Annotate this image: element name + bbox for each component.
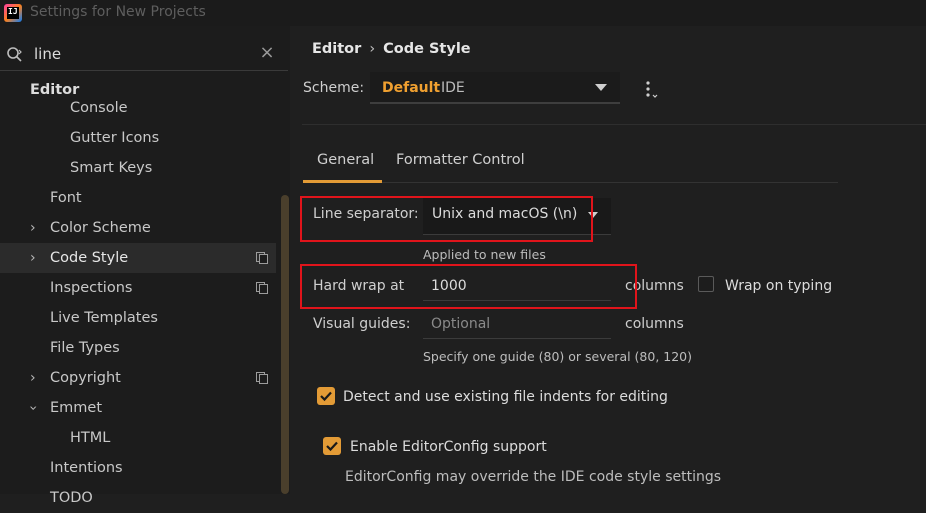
highlight-box [300, 196, 593, 242]
breadcrumb-separator: › [369, 41, 376, 57]
sidebar-item-console[interactable]: Console [0, 93, 276, 123]
active-tab-indicator [303, 180, 382, 183]
editorconfig-checkbox[interactable] [323, 437, 341, 455]
sidebar-item-label: Live Templates [50, 310, 158, 326]
detect-indents-label[interactable]: Detect and use existing file indents for… [343, 389, 668, 405]
sidebar-item-copyright[interactable]: › Copyright [0, 363, 276, 393]
app-logo-icon: IJ [4, 4, 22, 22]
chevron-right-icon[interactable]: › [30, 363, 36, 393]
sidebar-item-inspections[interactable]: Inspections [0, 273, 276, 303]
breadcrumb-current: Code Style [383, 41, 471, 57]
search-input[interactable]: line [34, 45, 61, 63]
sidebar-item-label: File Types [50, 340, 120, 356]
sidebar-item-todo[interactable]: TODO [0, 483, 276, 513]
sidebar-item-color-scheme[interactable]: › Color Scheme [0, 213, 276, 243]
sidebar-item-label: Smart Keys [70, 160, 153, 176]
sidebar-item-label: Console [70, 100, 128, 116]
checkmark-icon [320, 391, 332, 402]
visual-guides-unit: columns [625, 316, 684, 332]
visual-guides-placeholder[interactable]: Optional [431, 316, 490, 332]
wrap-on-typing-checkbox[interactable] [698, 276, 714, 292]
breadcrumb-parent[interactable]: Editor [312, 41, 361, 57]
sidebar-item-label: Intentions [50, 460, 123, 476]
more-options-icon[interactable] [644, 80, 658, 100]
editorconfig-label[interactable]: Enable EditorConfig support [350, 439, 547, 455]
sidebar-item-intentions[interactable]: Intentions [0, 453, 276, 483]
scheme-label: Scheme: [303, 80, 365, 96]
sidebar-item-label: Emmet [50, 400, 103, 416]
sidebar-item-smart-keys[interactable]: Smart Keys [0, 153, 276, 183]
sidebar-item-code-style[interactable]: › Code Style [0, 243, 276, 273]
scheme-kind[interactable]: IDE [441, 80, 465, 96]
clear-search-icon[interactable]: × [258, 44, 276, 62]
sidebar-item-label: Gutter Icons [70, 130, 160, 146]
sidebar-scrollbar-thumb[interactable] [281, 195, 289, 494]
divider [302, 124, 926, 125]
project-settings-icon [256, 252, 268, 264]
visual-guides-label: Visual guides: [313, 316, 411, 332]
breadcrumb: Editor › Code Style [312, 41, 471, 57]
sidebar-item-label: TODO [50, 490, 93, 506]
project-settings-icon [256, 282, 268, 294]
editorconfig-hint: EditorConfig may override the IDE code s… [345, 469, 722, 485]
scheme-name[interactable]: Default [382, 80, 440, 96]
checkmark-icon [326, 441, 338, 452]
window-title: Settings for New Projects [30, 4, 206, 20]
sidebar-item-gutter-icons[interactable]: Gutter Icons [0, 123, 276, 153]
sidebar-item-label: Copyright [50, 370, 121, 386]
tab-formatter-control[interactable]: Formatter Control [396, 152, 525, 168]
search-icon [7, 47, 22, 62]
tabs-divider [382, 182, 838, 183]
sidebar-item-live-templates[interactable]: Live Templates [0, 303, 276, 333]
chevron-right-icon[interactable]: › [30, 243, 36, 273]
tab-general[interactable]: General [317, 152, 374, 168]
visual-guides-hint: Specify one guide (80) or several (80, 1… [423, 349, 693, 364]
chevron-right-icon[interactable]: › [30, 213, 36, 243]
sidebar-item-html[interactable]: HTML [0, 423, 276, 453]
sidebar-item-font[interactable]: Font [0, 183, 276, 213]
project-settings-icon [256, 372, 268, 384]
highlight-box [300, 264, 637, 309]
chevron-down-icon[interactable]: › [18, 405, 48, 411]
sidebar-item-label: HTML [70, 430, 111, 446]
wrap-on-typing-label[interactable]: Wrap on typing [725, 278, 832, 294]
sidebar-item-label: Font [50, 190, 82, 206]
detect-indents-checkbox[interactable] [317, 387, 335, 405]
sidebar-item-emmet[interactable]: › Emmet [0, 393, 276, 423]
sidebar-item-label: Inspections [50, 280, 133, 296]
line-separator-hint: Applied to new files [423, 247, 546, 262]
sidebar-item-label: Code Style [50, 250, 129, 266]
dropdown-arrow-icon[interactable] [595, 84, 607, 91]
sidebar-item-file-types[interactable]: File Types [0, 333, 276, 363]
sidebar-item-label: Color Scheme [50, 220, 151, 236]
